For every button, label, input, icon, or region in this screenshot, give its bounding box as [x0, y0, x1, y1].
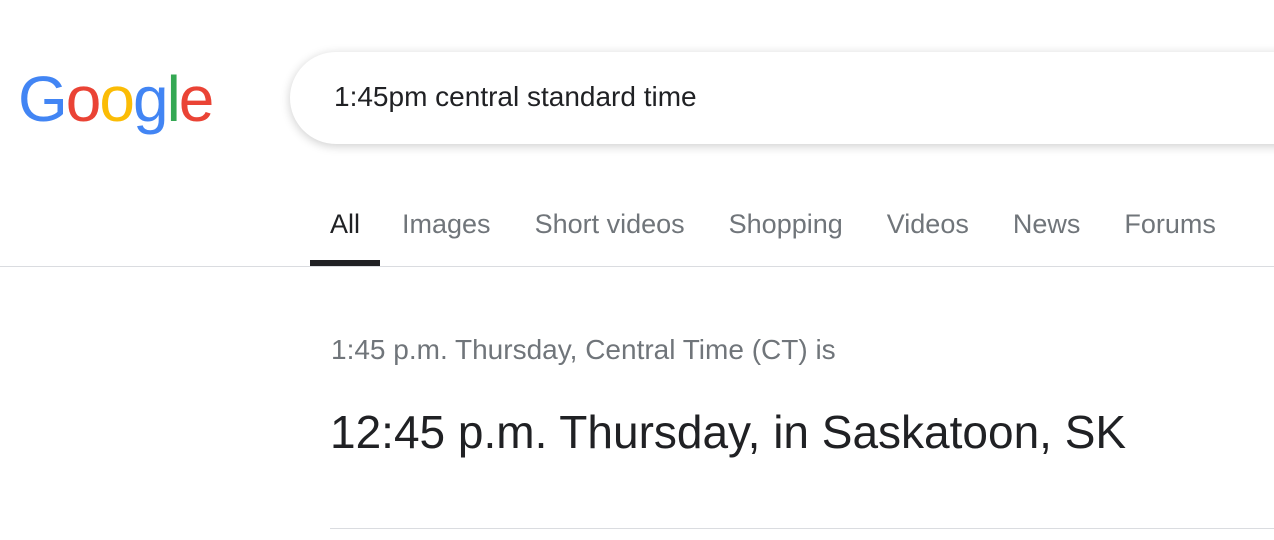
tab-short-videos[interactable]: Short videos — [513, 206, 707, 266]
logo-letter: l — [166, 63, 181, 135]
time-conversion-question: 1:45 p.m. Thursday, Central Time (CT) is — [331, 334, 836, 365]
tab-videos[interactable]: Videos — [865, 206, 991, 266]
logo-letter: G — [18, 63, 68, 135]
logo-letter: o — [65, 63, 102, 135]
tab-forums[interactable]: Forums — [1102, 206, 1238, 266]
logo-letter: g — [132, 63, 169, 135]
search-box — [290, 52, 1274, 144]
tab-news[interactable]: News — [991, 206, 1103, 266]
search-input[interactable] — [332, 80, 1236, 114]
tab-images[interactable]: Images — [380, 206, 513, 266]
logo-letter: o — [99, 63, 135, 135]
result-divider — [330, 528, 1274, 529]
time-conversion-answer: 12:45 p.m. Thursday, in Saskatoon, SK — [330, 406, 1127, 458]
tab-shopping[interactable]: Shopping — [707, 206, 865, 266]
google-logo[interactable]: Google — [18, 62, 215, 136]
tab-all[interactable]: All — [310, 206, 381, 266]
tabs-divider — [0, 266, 1274, 267]
search-tabs: All Images Short videos Shopping Videos … — [310, 206, 1238, 266]
logo-letter: e — [178, 63, 215, 135]
